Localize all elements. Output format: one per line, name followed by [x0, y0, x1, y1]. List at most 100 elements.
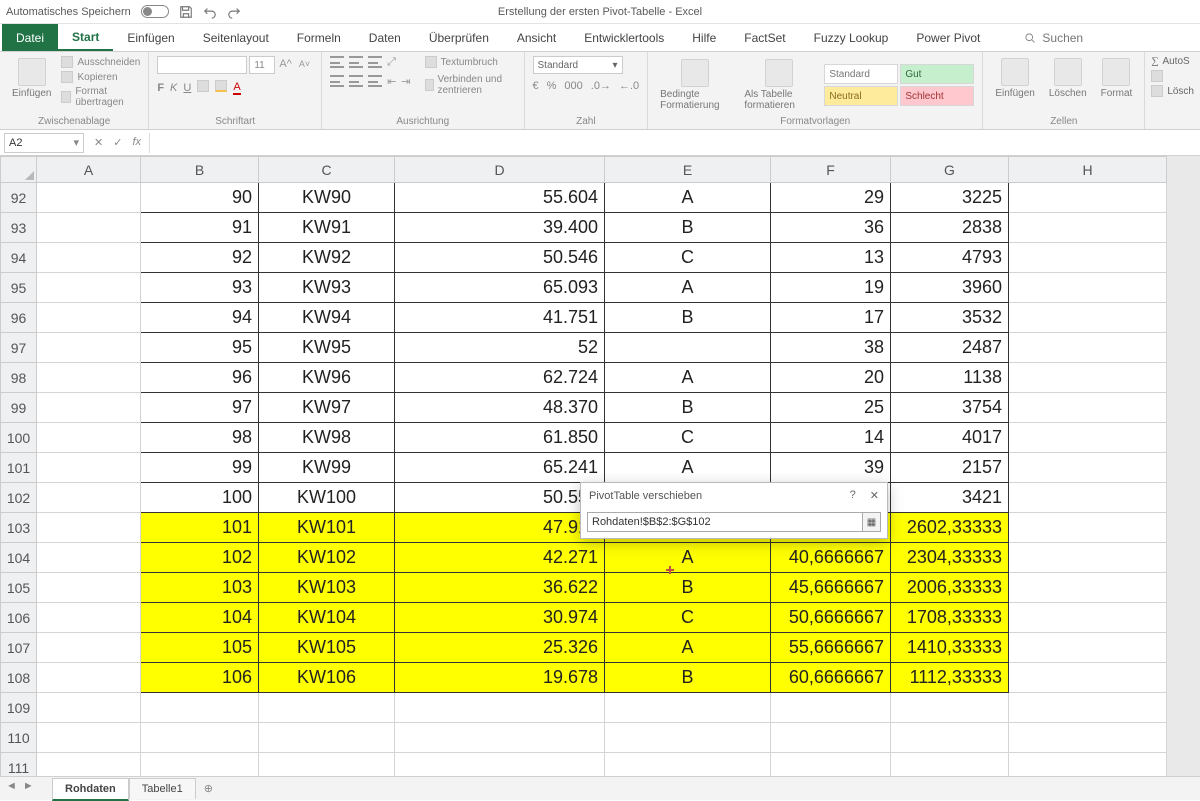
copy-button[interactable]: Kopieren — [61, 71, 140, 83]
dialog-help-icon[interactable]: ? — [850, 489, 856, 502]
cell[interactable] — [771, 753, 891, 777]
cell[interactable]: 4793 — [891, 243, 1009, 273]
cell[interactable] — [1009, 753, 1167, 777]
underline-icon[interactable]: U — [183, 82, 191, 94]
cell[interactable]: 2602,33333 — [891, 513, 1009, 543]
cell[interactable]: C — [605, 243, 771, 273]
cell[interactable] — [37, 663, 141, 693]
cell[interactable] — [37, 393, 141, 423]
cell[interactable] — [37, 363, 141, 393]
cell[interactable] — [771, 693, 891, 723]
row-header[interactable]: 109 — [1, 693, 37, 723]
name-box[interactable]: A2▾ — [4, 133, 84, 153]
cell[interactable] — [1009, 303, 1167, 333]
cell[interactable] — [37, 183, 141, 213]
cell[interactable] — [37, 273, 141, 303]
cell[interactable]: KW105 — [259, 633, 395, 663]
dialog-range-input[interactable] — [588, 516, 862, 528]
tab-fuzzy[interactable]: Fuzzy Lookup — [800, 24, 903, 51]
cell[interactable]: 52 — [395, 333, 605, 363]
cell[interactable] — [605, 753, 771, 777]
cell[interactable]: 39.400 — [395, 213, 605, 243]
col-header-F[interactable]: F — [771, 157, 891, 183]
cell[interactable]: 2157 — [891, 453, 1009, 483]
cell[interactable] — [37, 483, 141, 513]
cell[interactable] — [395, 753, 605, 777]
col-header-G[interactable]: G — [891, 157, 1009, 183]
cell[interactable] — [1009, 573, 1167, 603]
cell[interactable]: 42.271 — [395, 543, 605, 573]
cell[interactable]: KW96 — [259, 363, 395, 393]
undo-icon[interactable] — [203, 5, 217, 19]
cell[interactable] — [141, 723, 259, 753]
cell[interactable]: 60,6666667 — [771, 663, 891, 693]
cell[interactable]: KW102 — [259, 543, 395, 573]
italic-icon[interactable]: K — [170, 82, 177, 94]
cell[interactable]: 90 — [141, 183, 259, 213]
format-as-table-button[interactable]: Als Tabelle formatieren — [740, 57, 818, 113]
cell[interactable]: 19 — [771, 273, 891, 303]
cell[interactable]: 50.546 — [395, 243, 605, 273]
cell[interactable]: KW98 — [259, 423, 395, 453]
cell[interactable]: 2838 — [891, 213, 1009, 243]
row-header[interactable]: 97 — [1, 333, 37, 363]
cell[interactable]: 14 — [771, 423, 891, 453]
cell[interactable]: 50,6666667 — [771, 603, 891, 633]
autosum-button[interactable]: ∑AutoS — [1151, 56, 1194, 67]
cell[interactable]: 47.919 — [395, 513, 605, 543]
sheet-tab-tabelle1[interactable]: Tabelle1 — [129, 778, 196, 799]
row-header[interactable]: 95 — [1, 273, 37, 303]
cell[interactable]: 102 — [141, 543, 259, 573]
row-header[interactable]: 103 — [1, 513, 37, 543]
col-header-E[interactable]: E — [605, 157, 771, 183]
row-header[interactable]: 92 — [1, 183, 37, 213]
row-header[interactable]: 94 — [1, 243, 37, 273]
cell[interactable]: B — [605, 303, 771, 333]
cell[interactable]: 39 — [771, 453, 891, 483]
decrease-decimal-icon[interactable]: ←.0 — [619, 80, 639, 92]
cell[interactable]: 2006,33333 — [891, 573, 1009, 603]
cell[interactable]: 13 — [771, 243, 891, 273]
cell[interactable] — [605, 693, 771, 723]
cell[interactable]: 1112,33333 — [891, 663, 1009, 693]
fx-icon[interactable]: fx — [132, 136, 141, 149]
align-left-icon[interactable] — [330, 75, 344, 87]
cell[interactable] — [37, 603, 141, 633]
align-center-icon[interactable] — [349, 75, 363, 87]
cell[interactable]: 3754 — [891, 393, 1009, 423]
formula-input[interactable] — [149, 133, 1200, 153]
fill-color-icon[interactable] — [215, 80, 227, 95]
cell[interactable]: C — [605, 603, 771, 633]
cell[interactable]: KW101 — [259, 513, 395, 543]
cell[interactable]: 3225 — [891, 183, 1009, 213]
cell[interactable]: A — [605, 183, 771, 213]
cell[interactable]: 104 — [141, 603, 259, 633]
col-header-A[interactable]: A — [37, 157, 141, 183]
cell[interactable]: KW99 — [259, 453, 395, 483]
cell[interactable] — [1009, 453, 1167, 483]
cell[interactable]: KW92 — [259, 243, 395, 273]
cell[interactable] — [37, 243, 141, 273]
font-family-combo[interactable] — [157, 56, 247, 74]
cell[interactable]: 17 — [771, 303, 891, 333]
cell[interactable]: A — [605, 363, 771, 393]
cell[interactable]: 50.554 — [395, 483, 605, 513]
cell[interactable] — [37, 693, 141, 723]
cell[interactable] — [259, 753, 395, 777]
cell[interactable] — [1009, 633, 1167, 663]
increase-decimal-icon[interactable]: .0→ — [591, 80, 611, 92]
cell[interactable]: 106 — [141, 663, 259, 693]
cells-insert-button[interactable]: Einfügen — [991, 56, 1038, 101]
row-header[interactable]: 93 — [1, 213, 37, 243]
redo-icon[interactable] — [227, 5, 241, 19]
cell[interactable]: 98 — [141, 423, 259, 453]
cell[interactable] — [1009, 693, 1167, 723]
wrap-text-button[interactable]: Textumbruch — [425, 56, 516, 68]
save-icon[interactable] — [179, 5, 193, 19]
row-header[interactable]: 110 — [1, 723, 37, 753]
cell[interactable] — [1009, 483, 1167, 513]
cell[interactable] — [37, 723, 141, 753]
cut-button[interactable]: Ausschneiden — [61, 56, 140, 68]
cell[interactable]: KW90 — [259, 183, 395, 213]
decrease-font-icon[interactable]: A˅ — [296, 56, 313, 74]
